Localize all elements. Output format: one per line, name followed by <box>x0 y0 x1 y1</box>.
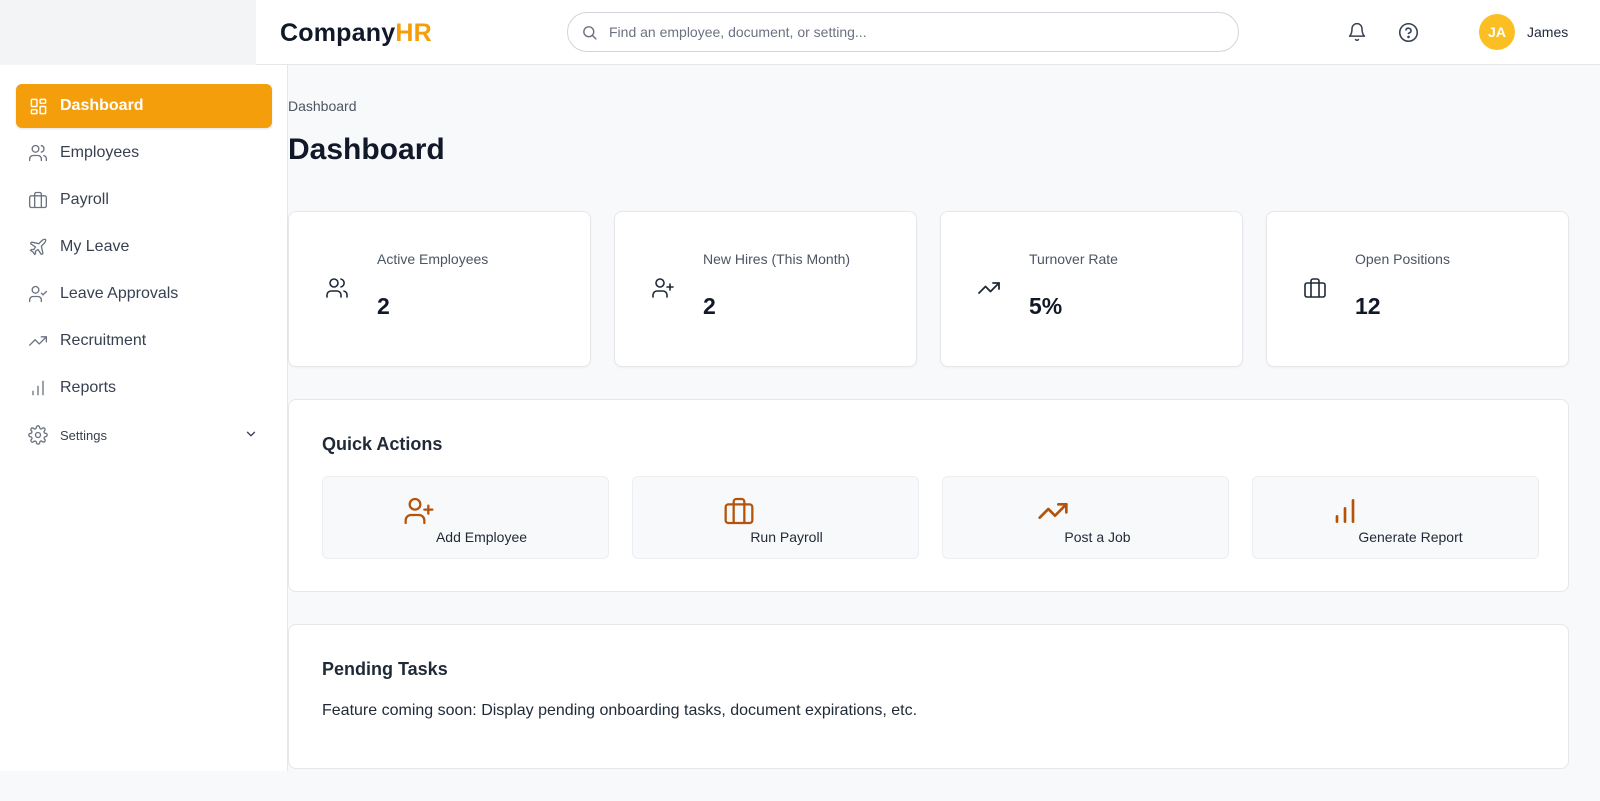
generate-report-button[interactable]: Generate Report <box>1252 476 1539 559</box>
sidebar-item-label: Dashboard <box>60 97 144 114</box>
trending-up-icon <box>28 331 48 351</box>
bar-chart-icon <box>1335 499 1355 523</box>
user-check-icon <box>28 284 48 304</box>
company-logo[interactable]: CompanyHR <box>280 19 432 48</box>
action-label: Post a Job <box>1064 529 1131 545</box>
users-icon <box>28 143 48 163</box>
sidebar-item-label: Recruitment <box>60 332 147 349</box>
chevron-down-icon <box>246 431 256 437</box>
help-icon[interactable] <box>1397 21 1419 43</box>
pending-tasks-panel: Pending Tasks Feature coming soon: Displ… <box>288 624 1569 769</box>
user-name[interactable]: James <box>1527 24 1568 40</box>
sidebar-item-settings[interactable]: Settings <box>16 413 272 457</box>
sidebar-item-my-leave[interactable]: My Leave <box>16 225 272 269</box>
search-box <box>567 12 1239 52</box>
quick-actions-title: Quick Actions <box>322 434 443 454</box>
top-bar: CompanyHR JA James <box>256 0 1600 65</box>
user-plus-icon <box>652 278 674 298</box>
sidebar-header-space <box>0 0 256 65</box>
run-payroll-button[interactable]: Run Payroll <box>632 476 919 559</box>
dashboard-icon <box>28 96 48 116</box>
trending-up-icon <box>1038 503 1068 519</box>
bar-chart-icon <box>28 378 48 398</box>
action-label: Run Payroll <box>750 529 823 545</box>
gear-icon <box>28 425 48 445</box>
user-plus-icon <box>404 497 434 525</box>
sidebar-item-label: My Leave <box>60 238 130 255</box>
sidebar-item-payroll[interactable]: Payroll <box>16 178 272 222</box>
briefcase-icon <box>1304 278 1326 298</box>
stat-value: 5% <box>1029 293 1063 319</box>
search-icon <box>583 26 597 40</box>
post-a-job-button[interactable]: Post a Job <box>942 476 1229 559</box>
sidebar-item-employees[interactable]: Employees <box>16 131 272 175</box>
briefcase-icon <box>28 190 48 210</box>
search-input[interactable] <box>609 13 1219 51</box>
sidebar-item-leave-approvals[interactable]: Leave Approvals <box>16 272 272 316</box>
sidebar-item-dashboard[interactable]: Dashboard <box>16 84 272 128</box>
stat-value: 2 <box>377 293 390 319</box>
stat-label: Turnover Rate <box>1029 251 1118 267</box>
stat-value: 12 <box>1355 293 1381 319</box>
sidebar-item-label: Payroll <box>60 191 109 208</box>
trending-up-icon <box>978 282 1000 294</box>
sidebar-item-label: Reports <box>60 379 117 396</box>
briefcase-icon <box>724 497 754 525</box>
notification-bell-icon[interactable] <box>1346 21 1368 43</box>
stat-label: New Hires (This Month) <box>703 251 851 267</box>
stat-card-open-positions: Open Positions 12 <box>1266 211 1569 367</box>
stat-label: Open Positions <box>1355 251 1450 267</box>
pending-tasks-message: Feature coming soon: Display pending onb… <box>322 702 918 719</box>
quick-actions-panel: Quick Actions Add Employee Run Payroll P… <box>288 399 1569 592</box>
action-label: Generate Report <box>1358 529 1463 545</box>
users-icon <box>326 278 348 298</box>
stat-card-new-hires: New Hires (This Month) 2 <box>614 211 917 367</box>
stat-label: Active Employees <box>377 251 489 267</box>
pending-tasks-title: Pending Tasks <box>322 659 448 679</box>
sidebar-item-reports[interactable]: Reports <box>16 366 272 410</box>
user-avatar[interactable]: JA <box>1479 14 1515 50</box>
page-title: Dashboard <box>288 133 445 166</box>
sidebar-item-label: Settings <box>60 427 107 443</box>
stat-card-active-employees: Active Employees 2 <box>288 211 591 367</box>
stat-value: 2 <box>703 293 716 319</box>
sidebar-item-label: Leave Approvals <box>60 285 179 302</box>
action-label: Add Employee <box>435 529 528 545</box>
stat-card-turnover-rate: Turnover Rate 5% <box>940 211 1243 367</box>
add-employee-button[interactable]: Add Employee <box>322 476 609 559</box>
sidebar: Dashboard Employees Payroll My Leave Lea… <box>0 65 288 771</box>
sidebar-item-recruitment[interactable]: Recruitment <box>16 319 272 363</box>
sidebar-item-label: Employees <box>60 144 140 161</box>
breadcrumb[interactable]: Dashboard <box>288 98 357 114</box>
plane-icon <box>28 237 48 257</box>
